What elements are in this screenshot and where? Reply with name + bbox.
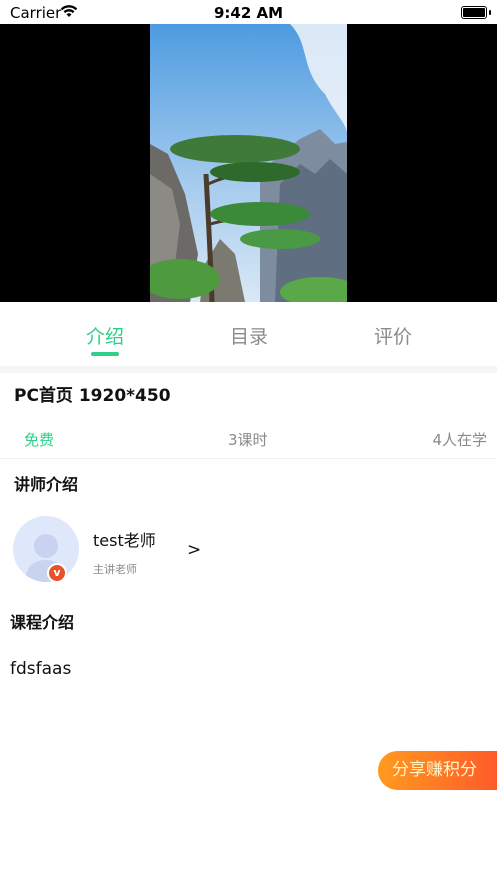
tab-reviews[interactable]: 评价 [343,322,443,349]
share-earn-points-button[interactable]: 分享赚积分 [378,751,497,790]
tab-bar: 介绍 目录 评价 [0,302,497,366]
verified-badge-icon: v [47,563,67,583]
video-player[interactable] [0,24,497,302]
teacher-section-title: 讲师介绍 [14,475,79,494]
course-description: fdsfaas [10,659,72,679]
section-divider [0,366,497,373]
landscape-image [150,24,347,302]
battery-tip [489,10,491,15]
teacher-role: 主讲老师 [93,563,137,576]
battery-icon [461,6,487,19]
course-learners: 4人在学 [432,431,487,449]
course-lessons: 3课时 [228,431,268,449]
status-bar: Carrier 9:42 AM [0,0,497,24]
meta-divider [0,458,497,459]
course-price: 免费 [24,431,55,449]
user-silhouette-icon [25,534,67,582]
teacher-detail-arrow[interactable]: > [187,540,201,560]
active-tab-indicator [91,352,119,356]
status-time: 9:42 AM [213,4,284,22]
course-title: PC首页 1920*450 [14,386,171,406]
tab-catalog[interactable]: 目录 [199,322,299,349]
teacher-avatar[interactable] [13,516,79,582]
tab-intro[interactable]: 介绍 [55,322,155,349]
video-thumbnail[interactable] [150,24,347,302]
teacher-name[interactable]: test老师 [93,527,156,551]
course-section-title: 课程介绍 [10,613,75,632]
